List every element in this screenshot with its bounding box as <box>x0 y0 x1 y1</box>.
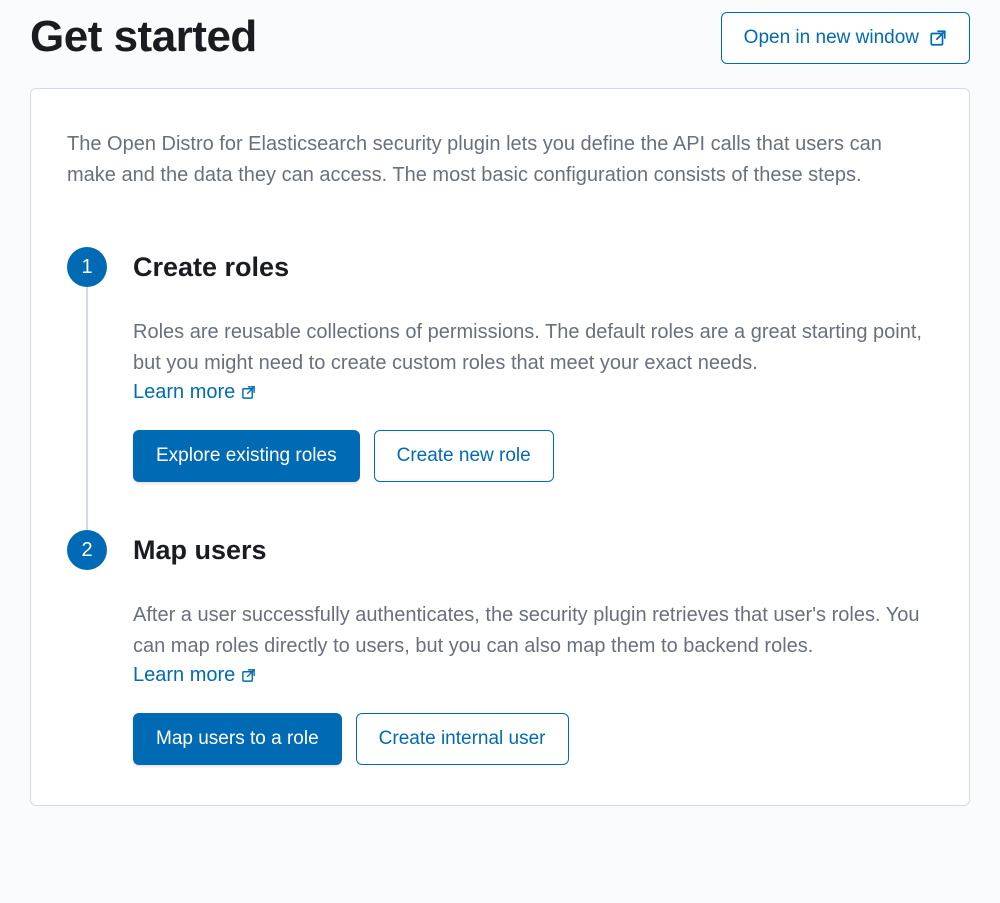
learn-more-label: Learn more <box>133 381 235 404</box>
popout-icon <box>241 668 256 683</box>
open-new-window-label: Open in new window <box>744 27 919 49</box>
learn-more-label: Learn more <box>133 664 235 687</box>
step-title: Create roles <box>133 247 933 287</box>
step-title: Map users <box>133 530 933 570</box>
map-users-button[interactable]: Map users to a role <box>133 713 342 765</box>
step-description: After a user successfully authenticates,… <box>133 600 933 662</box>
get-started-panel: The Open Distro for Elasticsearch securi… <box>30 88 970 806</box>
create-new-role-button[interactable]: Create new role <box>374 430 554 482</box>
intro-text: The Open Distro for Elasticsearch securi… <box>67 129 933 191</box>
step-map-users: 2 Map users After a user successfully au… <box>67 530 933 765</box>
explore-roles-button[interactable]: Explore existing roles <box>133 430 360 482</box>
step-number-badge: 2 <box>67 530 107 570</box>
page-title: Get started <box>30 12 257 62</box>
popout-icon <box>929 29 947 47</box>
learn-more-link[interactable]: Learn more <box>133 664 256 687</box>
step-description: Roles are reusable collections of permis… <box>133 317 933 379</box>
step-number-badge: 1 <box>67 247 107 287</box>
open-new-window-button[interactable]: Open in new window <box>721 12 970 64</box>
learn-more-link[interactable]: Learn more <box>133 381 256 404</box>
create-internal-user-button[interactable]: Create internal user <box>356 713 569 765</box>
step-create-roles: 1 Create roles Roles are reusable collec… <box>67 247 933 530</box>
popout-icon <box>241 385 256 400</box>
